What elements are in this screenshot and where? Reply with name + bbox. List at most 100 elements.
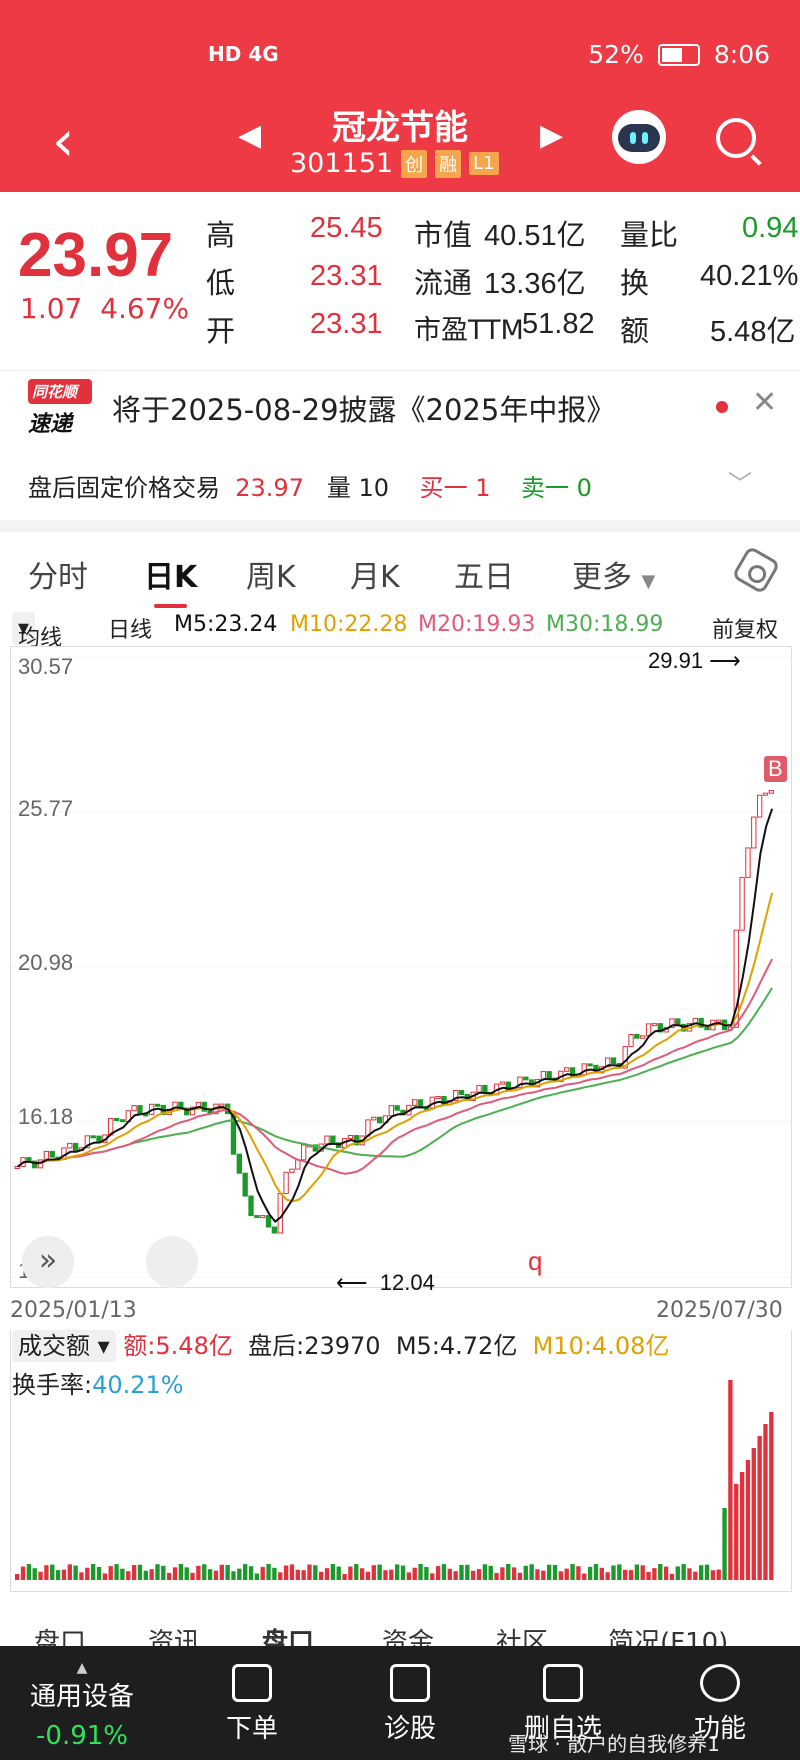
settings-icon[interactable] xyxy=(731,545,781,595)
volume-bar xyxy=(108,1566,113,1580)
fullscreen-icon[interactable] xyxy=(146,1236,198,1288)
volume-bar xyxy=(435,1566,441,1580)
stock-header: ‹ ◀ 冠龙节能 301151 创 融 L1 ▶ xyxy=(0,108,800,192)
ask-one: 卖一 0 xyxy=(521,474,592,502)
volume-bar xyxy=(213,1570,219,1580)
chevron-down-icon[interactable]: ﹀ xyxy=(728,464,752,499)
volume-header: 成交额 ▾ 额:5.48亿 盘后:23970 M5:4.72亿 M10:4.08… xyxy=(12,1326,669,1400)
diagnose-button[interactable]: 诊股 xyxy=(384,1664,436,1745)
ma5: M5:23.24 xyxy=(174,612,278,637)
tab-five-day[interactable]: 五日 xyxy=(454,552,514,596)
volume-bar xyxy=(617,1564,622,1580)
market-sector[interactable]: ▲ 通用设备 -0.91% xyxy=(30,1660,134,1751)
pe-label: 市盈TTM xyxy=(414,315,524,346)
candle xyxy=(482,1084,488,1094)
after-hours-label: 盘后固定价格交易 xyxy=(28,474,220,502)
ma30: M30:18.99 xyxy=(546,612,664,637)
report-notice[interactable]: 同花顺 速递 将于2025-08-29披露《2025年中报》 ✕ xyxy=(0,370,800,442)
candle xyxy=(67,1142,73,1149)
ma10: M10:22.28 xyxy=(290,612,408,637)
volume-bar xyxy=(640,1565,645,1580)
subtab-3[interactable]: 盘口 xyxy=(262,1622,314,1648)
tab-weekly[interactable]: 周K xyxy=(246,552,296,596)
volume-bar xyxy=(582,1573,587,1580)
candle xyxy=(330,1135,336,1144)
after-hours-row[interactable]: 盘后固定价格交易 23.97 量 10 买一 1 卖一 0 ﹀ xyxy=(28,468,752,503)
volume-after: 盘后:23970 xyxy=(248,1332,381,1360)
expand-icon[interactable]: » xyxy=(22,1236,74,1288)
volume-bar xyxy=(441,1564,447,1580)
volume-bar xyxy=(628,1570,634,1580)
volume-bar xyxy=(669,1573,675,1580)
search-icon[interactable] xyxy=(716,118,756,158)
clock: 8:06 xyxy=(713,40,770,69)
candle xyxy=(154,1103,161,1107)
ma-line xyxy=(17,808,774,1223)
kline-chart[interactable] xyxy=(10,646,793,1288)
candle xyxy=(640,1035,646,1039)
tab-intraday[interactable]: 分时 xyxy=(28,552,88,596)
chart-tabs: 分时 日K 周K 月K 五日 更多 ▼ xyxy=(0,542,800,608)
tab-more[interactable]: 更多 ▼ xyxy=(572,552,655,596)
amount-label: 额 xyxy=(620,314,650,348)
volume-bar xyxy=(476,1569,482,1580)
subtab-1[interactable]: 盘口 xyxy=(34,1622,86,1648)
volume-bar xyxy=(453,1571,458,1580)
volume-bar xyxy=(418,1564,423,1580)
quote-panel: 23.97 1.07 4.67% 高 25.45 低 23.31 开 23.31… xyxy=(0,192,800,352)
volume-selector[interactable]: 成交额 ▾ xyxy=(12,1330,116,1362)
volume-bar xyxy=(348,1566,353,1580)
volume-bar xyxy=(687,1568,692,1580)
candle xyxy=(265,1215,272,1228)
volume-bar xyxy=(219,1564,224,1580)
volume-bar xyxy=(336,1566,341,1580)
end-date: 2025/07/30 xyxy=(656,1298,783,1323)
candle xyxy=(412,1099,418,1106)
y-label-2: 25.77 xyxy=(18,796,74,821)
volume-bar xyxy=(184,1567,189,1580)
volume-bar xyxy=(757,1436,762,1580)
adjust-mode[interactable]: 前复权 xyxy=(712,612,778,644)
candle xyxy=(546,1071,552,1079)
tag-board: 创 xyxy=(401,149,428,178)
volume-bar xyxy=(365,1571,371,1580)
candle xyxy=(756,794,763,818)
subtab-6[interactable]: 简况(F10) xyxy=(608,1622,728,1648)
subtab-5[interactable]: 社区 xyxy=(496,1622,548,1648)
tab-monthly[interactable]: 月K xyxy=(350,552,400,596)
volume-bar xyxy=(424,1566,429,1580)
candle xyxy=(295,1159,301,1170)
volume-bar xyxy=(102,1573,108,1580)
volume-bar xyxy=(237,1568,242,1580)
volume-bar xyxy=(675,1566,680,1580)
close-icon[interactable]: ✕ xyxy=(752,385,777,420)
subtab-4[interactable]: 资金 xyxy=(382,1622,434,1648)
volume-bar xyxy=(605,1572,610,1580)
status-bar: HD 4G 52% 8:06 xyxy=(0,0,800,110)
tab-daily[interactable]: 日K xyxy=(144,552,197,608)
volume-bar xyxy=(558,1571,564,1580)
volume-bar xyxy=(371,1565,376,1580)
volume-bar xyxy=(330,1564,336,1580)
buy-marker[interactable]: B xyxy=(764,756,787,782)
mcap-value: 40.51亿 xyxy=(484,220,586,252)
candle xyxy=(248,1195,254,1217)
volume-bar xyxy=(85,1567,90,1580)
volume-bar xyxy=(389,1569,394,1580)
volume-bar xyxy=(359,1568,365,1580)
volume-bar xyxy=(44,1565,49,1580)
volume-bar xyxy=(511,1567,517,1580)
open-value: 23.31 xyxy=(310,308,383,340)
ma20: M20:19.93 xyxy=(418,612,536,637)
battery-icon xyxy=(657,43,700,66)
volume-bar xyxy=(652,1568,657,1580)
ma-mode-select[interactable]: 均线 ▾ xyxy=(12,612,62,651)
next-stock-icon[interactable]: ▶ xyxy=(540,118,563,153)
volume-bar xyxy=(547,1564,552,1580)
candle xyxy=(113,1118,120,1122)
subtab-2[interactable]: 资讯 xyxy=(148,1622,200,1648)
robot-assistant-icon[interactable] xyxy=(612,110,666,164)
kline-svg xyxy=(11,656,793,1278)
order-button[interactable]: 下单 xyxy=(226,1664,278,1745)
volume-bar xyxy=(149,1569,154,1580)
